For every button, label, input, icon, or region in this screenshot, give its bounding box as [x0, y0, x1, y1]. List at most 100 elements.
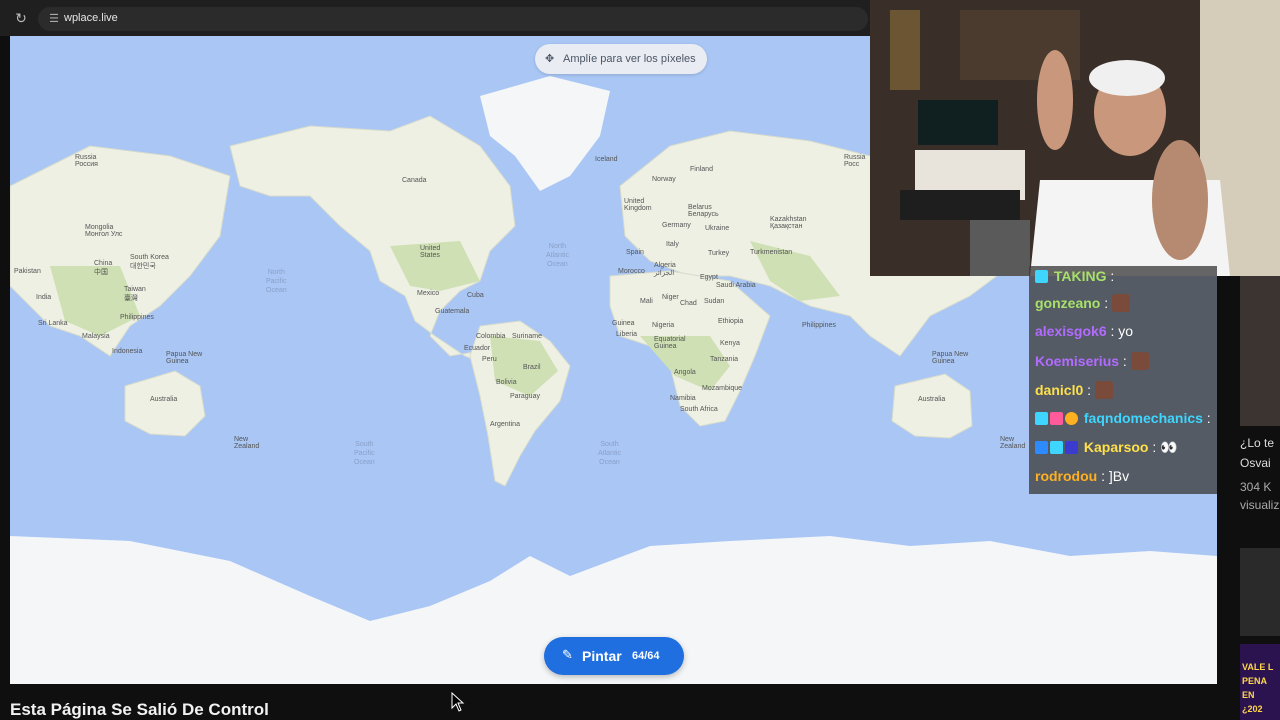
- badge-icon: [1065, 441, 1078, 454]
- map-label-norway: Norway: [652, 176, 676, 183]
- thumbnail-text: VALE L: [1242, 662, 1274, 672]
- chat-text: 👀: [1160, 439, 1178, 455]
- video-title[interactable]: ¿Lo te: [1240, 436, 1274, 450]
- map-label-united-kingdom: United Kingdom: [624, 198, 652, 212]
- map-label-philippines: Philippines: [120, 314, 154, 321]
- video-title[interactable]: Osvai: [1240, 456, 1271, 470]
- map-label-canada: Canada: [402, 177, 427, 184]
- chat-message: gonzeano :: [1035, 294, 1131, 316]
- map-label-germany: Germany: [662, 222, 691, 229]
- video-thumbnail[interactable]: VALE L PENA EN ¿202: [1240, 644, 1280, 720]
- map-label-argentina: Argentina: [490, 421, 520, 428]
- map-label-new-zealand: New Zealand: [234, 436, 260, 450]
- chat-username: rodrodou: [1035, 468, 1098, 484]
- map-label-kazakhstan: Kazakhstan Қазақстан: [770, 216, 807, 230]
- map-label-papua: Papua New Guinea: [166, 351, 203, 365]
- map-label-india: India: [36, 294, 52, 301]
- map-label-mozambique: Mozambique: [702, 385, 743, 392]
- pointer-icon: ✥: [545, 53, 555, 65]
- map-label-colombia: Colombia: [476, 333, 506, 340]
- map-label-mali: Mali: [640, 298, 653, 305]
- video-thumbnail[interactable]: [1240, 276, 1280, 426]
- chat-username: Kaparsoo: [1083, 439, 1149, 455]
- map-label-pakistan: Pakistan: [14, 268, 41, 275]
- map-label-bolivia: Bolivia: [496, 379, 517, 386]
- map-label-brazil: Brazil: [523, 364, 541, 371]
- map-label-liberia: Liberia: [616, 331, 638, 338]
- map-label-spain: Spain: [626, 249, 644, 256]
- chat-username: alexisgok6: [1035, 323, 1107, 339]
- paint-button-label: Pintar: [582, 648, 622, 664]
- map-label-morocco: Morocco: [618, 268, 645, 275]
- map-label-indonesia: Indonesia: [112, 348, 143, 355]
- video-views: 304 K: [1240, 480, 1272, 494]
- map-label-philippines-east: Philippines: [802, 322, 836, 329]
- chat-message: TAKING :: [1035, 268, 1114, 290]
- chat-text: yo: [1118, 323, 1134, 339]
- map-label-papua-east: Papua New Guinea: [932, 351, 969, 365]
- map-label-australia: Australia: [150, 396, 178, 403]
- webcam-image: [870, 0, 1280, 276]
- map-label-russia: Russia Россия: [75, 154, 98, 168]
- ocean-label-south-pacific: South Pacific Ocean: [354, 441, 375, 466]
- mouse-cursor-icon: [451, 692, 465, 712]
- badge-icon: [1035, 441, 1048, 454]
- map-label-south-africa: South Africa: [680, 406, 718, 413]
- badge-icon: [1065, 412, 1078, 425]
- reload-icon[interactable]: ↻: [12, 9, 30, 27]
- chat-username: TAKING: [1053, 268, 1107, 284]
- map-label-namibia: Namibia: [670, 395, 696, 402]
- zoom-hint-pill: ✥ Amplíe para ver los píxeles: [535, 44, 707, 74]
- map-label-suriname: Suriname: [512, 333, 542, 340]
- map-label-chad: Chad: [680, 300, 697, 307]
- map-label-guinea: Guinea: [612, 320, 635, 327]
- recommendations-strip: ¿Lo te Osvai 304 K visualiz VALE L PENA …: [1218, 276, 1280, 720]
- chat-text: ]Bv: [1108, 468, 1130, 484]
- map-label-nigeria: Nigeria: [652, 322, 675, 329]
- badge-icon: [1035, 412, 1048, 425]
- map-label-sudan: Sudan: [704, 298, 725, 305]
- chat-username: gonzeano: [1035, 295, 1101, 311]
- map-label-mongolia: Mongolia Монгол Улс: [85, 224, 123, 238]
- paint-button[interactable]: ✎ Pintar 64/64: [544, 637, 684, 675]
- map-label-algeria: Algeria الجزائر: [654, 262, 676, 277]
- zoom-hint-text: Amplíe para ver los píxeles: [563, 53, 696, 65]
- ocean-label-south-atlantic: South Atlantic Ocean: [598, 441, 621, 466]
- chat-message: Koemiserius :: [1035, 352, 1149, 374]
- map-label-iceland: Iceland: [595, 156, 618, 163]
- stream-chat-overlay: TAKING : gonzeano : alexisgok6 : yo Koem…: [1029, 266, 1217, 494]
- site-settings-icon[interactable]: ☰: [46, 11, 62, 27]
- map-label-niger: Niger: [662, 294, 679, 301]
- map-label-russia-east: Russia Росс: [844, 154, 866, 168]
- video-thumbnail[interactable]: [1240, 548, 1280, 636]
- map-label-new-zealand-east: New Zealand: [1000, 436, 1026, 450]
- map-label-kenya: Kenya: [720, 340, 740, 347]
- browser-toolbar: ↻ ☰ wplace.live: [0, 0, 870, 36]
- map-label-cuba: Cuba: [467, 292, 484, 299]
- address-bar[interactable]: ☰ wplace.live: [38, 7, 868, 31]
- url-text: wplace.live: [64, 12, 118, 24]
- map-label-egypt: Egypt: [700, 274, 718, 281]
- brush-icon: ✎: [562, 647, 573, 662]
- map-label-south-korea: South Korea 대한민국: [130, 254, 169, 270]
- map-label-equatorial-guinea: Equatorial Guinea: [654, 336, 686, 350]
- emote-icon: [1094, 381, 1113, 399]
- map-label-australia-east: Australia: [918, 396, 946, 403]
- map-label-taiwan: Taiwan 臺灣: [124, 286, 146, 302]
- badge-icon: [1050, 441, 1063, 454]
- chat-username: Koemiserius: [1035, 353, 1120, 369]
- badge-icon: [1035, 270, 1048, 283]
- video-views-label: visualiz: [1240, 498, 1280, 512]
- map-label-ecuador: Ecuador: [464, 345, 491, 352]
- chat-username: faqndomechanics: [1083, 410, 1203, 426]
- emote-icon: [1112, 294, 1131, 312]
- map-label-united-states: United States: [420, 245, 441, 259]
- map-label-paraguay: Paraguay: [510, 393, 540, 400]
- chat-message: Kaparsoo : 👀: [1035, 439, 1178, 461]
- map-label-malaysia: Malaysia: [82, 333, 110, 340]
- map-label-mexico: Mexico: [417, 290, 440, 297]
- paint-charges-count: 64/64: [632, 650, 660, 662]
- thumbnail-text: EN: [1242, 690, 1255, 700]
- map-label-guatemala: Guatemala: [435, 308, 470, 315]
- ocean-label-north-pacific: North Pacific Ocean: [266, 269, 287, 294]
